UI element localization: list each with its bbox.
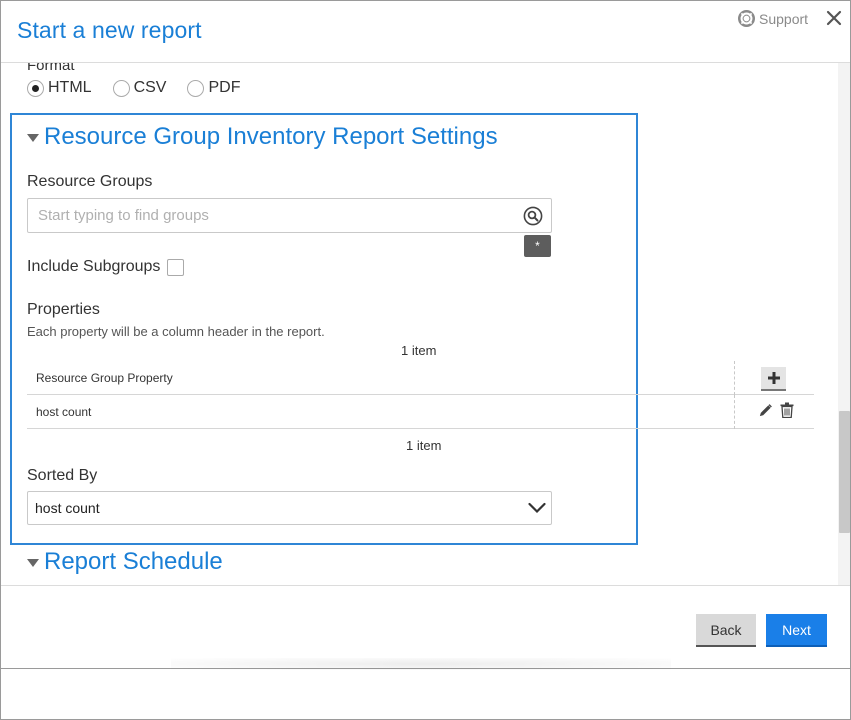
plus-icon bbox=[767, 372, 780, 384]
radio-label: HTML bbox=[48, 79, 92, 96]
sorted-by-value: host count bbox=[35, 500, 100, 516]
format-label: Format bbox=[27, 63, 75, 74]
support-link[interactable]: Support bbox=[738, 10, 808, 27]
scrollbar-thumb[interactable] bbox=[839, 411, 850, 533]
item-count-top: 1 item bbox=[401, 343, 437, 358]
dialog-footer: Back Next bbox=[1, 585, 850, 670]
table-row: host count bbox=[27, 395, 814, 429]
format-radio-html[interactable]: HTML bbox=[27, 79, 92, 97]
property-name-cell: host count bbox=[36, 405, 92, 419]
next-button[interactable]: Next bbox=[766, 614, 827, 647]
table-header-row: Resource Group Property bbox=[27, 361, 814, 395]
radio-label: PDF bbox=[208, 79, 241, 96]
radio-indicator[interactable] bbox=[112, 79, 130, 97]
schedule-section-title: Report Schedule bbox=[44, 548, 223, 575]
schedule-section-header[interactable]: Report Schedule bbox=[27, 548, 223, 576]
include-subgroups-checkbox[interactable] bbox=[167, 259, 184, 276]
format-radio-pdf[interactable]: PDF bbox=[187, 79, 240, 97]
dialog-header: Start a new report Support bbox=[1, 1, 850, 63]
item-count-bottom: 1 item bbox=[406, 438, 442, 453]
pencil-icon[interactable] bbox=[758, 403, 773, 418]
required-badge: * bbox=[524, 235, 551, 257]
trash-icon[interactable] bbox=[780, 402, 794, 418]
radio-indicator[interactable] bbox=[187, 79, 205, 97]
resource-groups-input[interactable] bbox=[28, 199, 518, 232]
include-subgroups-label: Include Subgroups bbox=[27, 258, 161, 275]
support-lifebuoy-icon bbox=[738, 10, 755, 27]
sorted-by-select[interactable]: host count bbox=[27, 491, 552, 525]
format-radio-group: HTML CSV PDF bbox=[27, 79, 261, 97]
close-icon[interactable] bbox=[824, 8, 844, 28]
settings-section-header[interactable]: Resource Group Inventory Report Settings bbox=[27, 123, 498, 151]
triangle-down-icon[interactable] bbox=[27, 134, 39, 142]
settings-section-title: Resource Group Inventory Report Settings bbox=[44, 123, 498, 150]
column-divider bbox=[734, 361, 735, 395]
dialog-body: Format HTML CSV PDF Resource Group Inven… bbox=[1, 63, 850, 585]
radio-checked-indicator[interactable] bbox=[27, 79, 44, 97]
report-dialog: Start a new report Support Format HTML C… bbox=[0, 0, 851, 720]
dialog-title: Start a new report bbox=[17, 17, 202, 43]
format-radio-csv[interactable]: CSV bbox=[112, 79, 167, 97]
sorted-by-label: Sorted By bbox=[27, 467, 98, 484]
properties-table: Resource Group Property host count bbox=[27, 361, 814, 429]
search-icon[interactable] bbox=[523, 206, 543, 226]
footer-shadow bbox=[171, 658, 671, 670]
column-header: Resource Group Property bbox=[36, 371, 173, 385]
properties-description: Each property will be a column header in… bbox=[27, 324, 325, 339]
back-button[interactable]: Back bbox=[696, 614, 756, 647]
support-label: Support bbox=[759, 10, 809, 27]
radio-label: CSV bbox=[133, 79, 167, 96]
chevron-down-icon bbox=[528, 502, 546, 514]
column-divider bbox=[734, 395, 735, 429]
triangle-down-icon[interactable] bbox=[27, 559, 39, 567]
resource-groups-label: Resource Groups bbox=[27, 173, 153, 190]
resource-groups-search bbox=[27, 198, 552, 233]
properties-label: Properties bbox=[27, 301, 100, 318]
add-property-button[interactable] bbox=[761, 367, 786, 391]
